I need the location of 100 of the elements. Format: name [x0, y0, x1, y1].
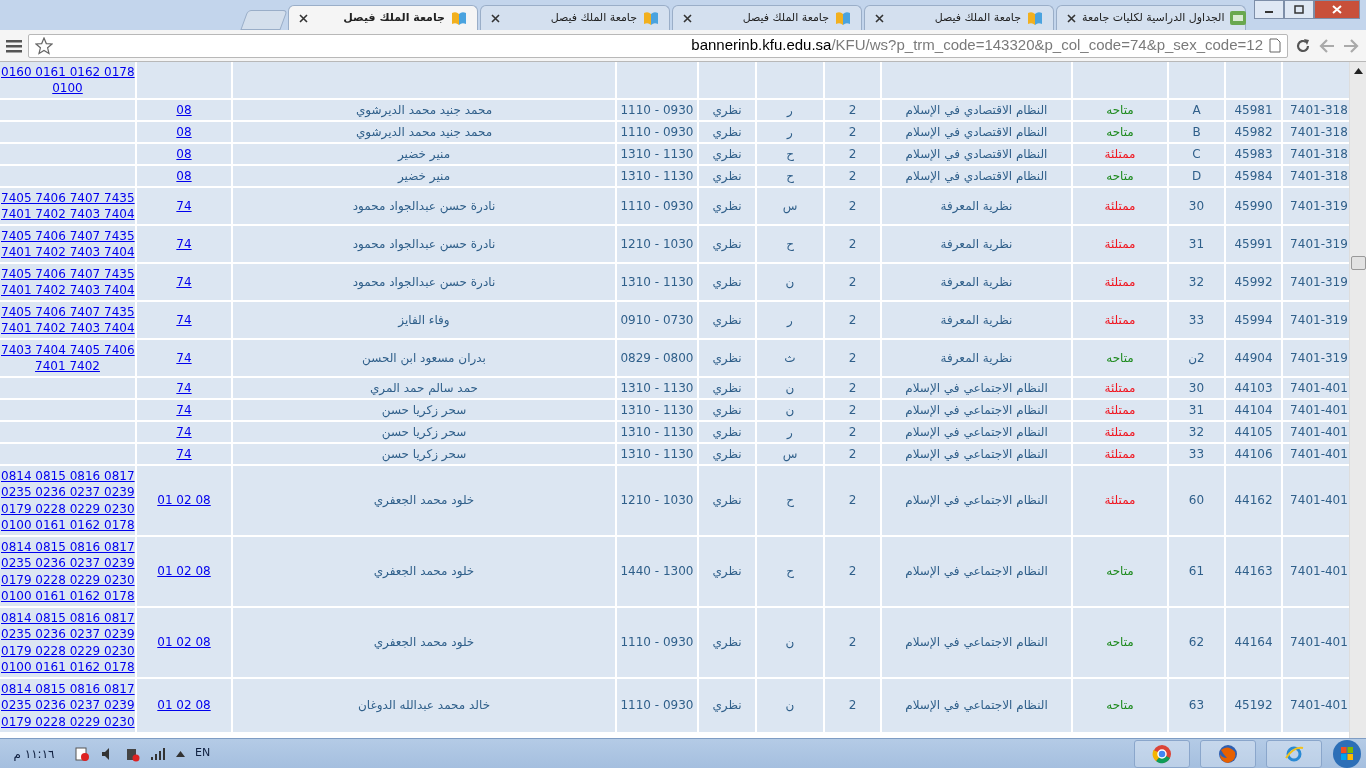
address-bar[interactable]: bannerinb.kfu.edu.sa/KFU/ws?p_trm_code=143320&p_col_code=74&p_sex_code=12 [28, 33, 1288, 58]
room-link[interactable]: 0235 0236 0237 0239 [1, 626, 135, 643]
room-link[interactable]: 0100 0161 0162 0178 [1, 659, 135, 676]
room-link[interactable]: 7401 7402 7403 7404 [1, 282, 135, 299]
room-link[interactable]: 7403 7404 7405 7406 [1, 341, 135, 358]
table-cell: 45983 [1234, 146, 1273, 161]
table-cell: C [1192, 146, 1201, 161]
table-cell: النظام الاجتماعي في الإسلام [905, 402, 1048, 417]
college-link[interactable]: 08 [176, 123, 192, 141]
college-link[interactable]: 01 02 08 [157, 492, 211, 509]
table-cell: 7401-401 [1290, 564, 1348, 578]
table-cell: 7401-318 [1290, 124, 1348, 139]
table-cell: نظري [712, 102, 742, 117]
table-cell: نظري [712, 236, 742, 251]
table-cell: 31 [1188, 236, 1205, 251]
status-text: متاحه [1106, 102, 1134, 117]
college-link[interactable]: 74 [176, 349, 192, 367]
table-cell: 1110 - 0930 [620, 697, 694, 712]
table-cell: 2 [848, 446, 857, 461]
table-cell: 1110 - 0930 [620, 102, 694, 117]
table-cell: 2 [848, 312, 857, 327]
table-cell: 44106 [1234, 446, 1273, 461]
table-cell: 2 [848, 236, 857, 251]
browser-tab[interactable]: جامعة الملك فيصل [480, 5, 670, 30]
room-link[interactable]: 7401 7402 [35, 358, 100, 375]
table-cell: النظام الاقتصادي في الإسلام [905, 124, 1048, 139]
table-cell: نظري [712, 274, 742, 289]
browser-tab[interactable]: جامعة الملك فيصل [288, 5, 478, 30]
room-link[interactable]: 7401 7402 7403 7404 [1, 244, 135, 261]
room-link[interactable]: 0235 0236 0237 0239 [1, 555, 135, 572]
table-cell: النظام الاقتصادي في الإسلام [905, 102, 1048, 117]
status-text: ممتلئة [1104, 446, 1136, 461]
table-cell: نظري [712, 635, 742, 649]
table-cell: ن [785, 402, 795, 417]
table-cell: النظام الاجتماعي في الإسلام [905, 697, 1048, 712]
table-cell: ر [787, 102, 793, 117]
table-cell: بدران مسعود ابن الحسن [362, 350, 486, 365]
college-link[interactable]: 74 [176, 379, 192, 397]
table-cell: نظري [712, 146, 742, 161]
table-cell: 33 [1188, 312, 1205, 327]
room-link[interactable]: 0235 0236 0237 0239 [1, 697, 135, 714]
status-text: ممتلئة [1104, 402, 1136, 417]
table-cell: 60 [1188, 493, 1205, 507]
browser-tab[interactable]: جامعة الملك فيصل [672, 5, 862, 30]
college-link[interactable]: 74 [176, 445, 192, 463]
table-cell: نادرة حسن عبدالجواد محمود [352, 198, 496, 213]
table-cell: 7401-318 [1290, 168, 1348, 183]
table-cell: A [1192, 102, 1201, 117]
college-link[interactable]: 08 [176, 101, 192, 119]
college-link[interactable]: 08 [176, 167, 192, 185]
table-cell: 0829 - 0800 [620, 350, 694, 365]
table-cell: 45991 [1234, 236, 1273, 251]
table-cell: 44163 [1234, 564, 1273, 578]
table-cell: 2 [848, 402, 857, 417]
room-link[interactable]: 0814 0815 0816 0817 [1, 538, 135, 555]
college-link[interactable]: 74 [176, 311, 192, 329]
room-link[interactable]: 0814 0815 0816 0817 [1, 467, 135, 484]
room-link[interactable]: 0179 0228 0229 0230 [1, 571, 135, 588]
table-cell: نظري [712, 424, 742, 439]
room-link[interactable]: 0100 0161 0162 0178 [1, 517, 135, 534]
college-link[interactable]: 01 02 08 [157, 634, 211, 651]
room-link[interactable]: 7401 7402 7403 7404 [1, 206, 135, 223]
room-link[interactable]: 0100 0161 0162 0178 [1, 588, 135, 605]
college-link[interactable]: 74 [176, 273, 192, 291]
college-link[interactable]: 01 02 08 [157, 696, 211, 714]
room-link[interactable]: 0179 0228 0229 0230 [1, 500, 135, 517]
table-cell: 45981 [1234, 102, 1273, 117]
college-link[interactable]: 74 [176, 401, 192, 419]
college-link[interactable]: 74 [176, 423, 192, 441]
college-link[interactable]: 74 [176, 235, 192, 253]
room-link[interactable]: 0235 0236 0237 0239 [1, 484, 135, 501]
table-cell: 44103 [1234, 380, 1273, 395]
status-text: ممتلئة [1104, 198, 1136, 213]
clock-text[interactable]: ١١:١٦ م [4, 744, 64, 763]
room-link[interactable]: 0100 [52, 80, 83, 97]
room-link[interactable]: 0160 0161 0162 0178 [1, 63, 135, 80]
table-cell: 1110 - 0930 [620, 635, 694, 649]
college-link[interactable]: 08 [176, 145, 192, 163]
room-link[interactable]: 7401 7402 7403 7404 [1, 320, 135, 337]
table-cell: 2 [848, 146, 857, 161]
browser-tab[interactable]: جامعة الملك فيصل [864, 5, 1054, 30]
college-link[interactable]: 01 02 08 [157, 563, 211, 580]
browser-tab[interactable]: الجداول الدراسية لكليات جامعة [1056, 5, 1246, 30]
table-cell: 1110 - 0930 [620, 198, 694, 213]
college-link[interactable]: 74 [176, 197, 192, 215]
room-link[interactable]: 0814 0815 0816 0817 [1, 609, 135, 626]
table-cell: 1110 - 0930 [620, 124, 694, 139]
table-cell: 44104 [1234, 402, 1273, 417]
table-cell: النظام الاجتماعي في الإسلام [905, 380, 1048, 395]
table-cell: 2 [848, 564, 857, 578]
room-link[interactable]: 0814 0815 0816 0817 [1, 680, 135, 697]
room-link[interactable]: 7405 7406 7407 7435 [1, 189, 135, 206]
room-link[interactable]: 7405 7406 7407 7435 [1, 227, 135, 244]
table-cell: 2 [848, 350, 857, 365]
table-cell: 45982 [1234, 124, 1273, 139]
room-link[interactable]: 7405 7406 7407 7435 [1, 265, 135, 282]
room-link[interactable]: 7405 7406 7407 7435 [1, 303, 135, 320]
room-link[interactable]: 0179 0228 0229 0230 [1, 642, 135, 659]
language-indicator[interactable]: EN [195, 745, 211, 762]
room-link[interactable]: 0179 0228 0229 0230 [1, 713, 135, 730]
